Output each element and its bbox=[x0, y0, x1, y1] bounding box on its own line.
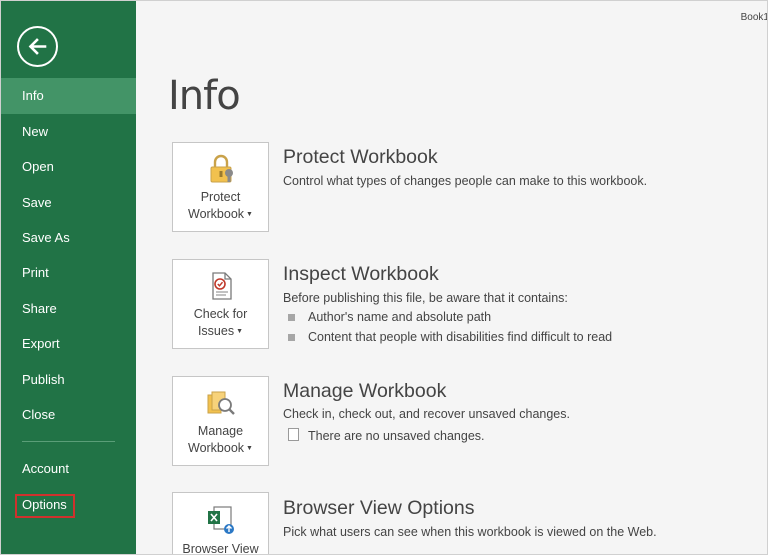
info-pane: Book1 Info Protect Workbook ▼ Protect Wor… bbox=[136, 1, 768, 555]
protect-tile-label-2-text: Workbook bbox=[188, 207, 245, 221]
excel-browser-icon bbox=[208, 506, 234, 534]
options-highlight-box bbox=[15, 494, 75, 518]
inspect-tile-label-1: Check for bbox=[193, 307, 248, 321]
protect-workbook-title: Protect Workbook bbox=[283, 146, 438, 168]
browser-view-options-title: Browser View Options bbox=[283, 497, 475, 519]
inspect-tile-label-2-text: Issues bbox=[197, 324, 235, 338]
chevron-down-icon: ▼ bbox=[236, 328, 244, 336]
manage-workbook-note: There are no unsaved changes. bbox=[308, 429, 485, 443]
browser-view-options-description: Pick what users can see when this workbo… bbox=[283, 525, 657, 539]
protect-tile-label-2: Workbook ▼ bbox=[173, 206, 268, 223]
backstage-sidebar: Info New Open Save Save As Print Share E… bbox=[1, 1, 136, 554]
protect-workbook-button[interactable]: Protect Workbook ▼ bbox=[172, 142, 269, 232]
sidebar-item-save-as[interactable]: Save As bbox=[1, 220, 136, 256]
manage-tile-label-1: Manage bbox=[197, 424, 244, 438]
manage-tile-label-2-text: Workbook bbox=[188, 441, 245, 455]
inspect-workbook-description: Before publishing this file, be aware th… bbox=[283, 291, 568, 305]
bullet-icon bbox=[288, 334, 295, 341]
document-icon bbox=[288, 428, 299, 441]
inspect-tile-label-2: Issues ▼ bbox=[173, 323, 268, 340]
sidebar-item-account[interactable]: Account bbox=[1, 451, 136, 487]
backstage-view: Info New Open Save Save As Print Share E… bbox=[0, 0, 768, 555]
sidebar-item-info[interactable]: Info bbox=[1, 78, 136, 114]
page-title: Info bbox=[168, 73, 241, 119]
protect-workbook-description: Control what types of changes people can… bbox=[283, 174, 648, 188]
browser-tile-label: Browser View bbox=[182, 542, 259, 555]
manage-workbook-icon bbox=[207, 391, 235, 415]
sidebar-item-export[interactable]: Export bbox=[1, 326, 136, 362]
sidebar-divider bbox=[22, 441, 115, 442]
manage-workbook-title: Manage Workbook bbox=[283, 380, 447, 402]
inspect-workbook-title: Inspect Workbook bbox=[283, 263, 439, 285]
bullet-icon bbox=[288, 314, 295, 321]
lock-icon bbox=[210, 154, 233, 183]
manage-tile-label-2: Workbook ▼ bbox=[173, 440, 268, 457]
check-for-issues-button[interactable]: Check for Issues ▼ bbox=[172, 259, 269, 349]
protect-tile-label-1: Protect bbox=[200, 190, 241, 204]
sidebar-item-new[interactable]: New bbox=[1, 114, 136, 150]
chevron-down-icon: ▼ bbox=[246, 445, 253, 453]
chevron-down-icon: ▼ bbox=[246, 211, 253, 219]
inspect-bullet-2: Content that people with disabilities fi… bbox=[308, 330, 613, 344]
sidebar-item-print[interactable]: Print bbox=[1, 255, 136, 291]
workbook-name: Book1 bbox=[740, 12, 768, 23]
sidebar-item-open[interactable]: Open bbox=[1, 149, 136, 185]
sidebar-item-close[interactable]: Close bbox=[1, 397, 136, 433]
back-arrow-icon bbox=[28, 38, 47, 55]
inspect-bullet-1: Author's name and absolute path bbox=[308, 310, 492, 324]
document-check-icon bbox=[212, 272, 232, 300]
back-button[interactable] bbox=[17, 26, 58, 67]
browser-view-options-button[interactable]: Browser View bbox=[172, 492, 269, 555]
manage-workbook-button[interactable]: Manage Workbook ▼ bbox=[172, 376, 269, 466]
sidebar-item-publish[interactable]: Publish bbox=[1, 362, 136, 398]
sidebar-item-save[interactable]: Save bbox=[1, 185, 136, 221]
sidebar-item-share[interactable]: Share bbox=[1, 291, 136, 327]
manage-workbook-description: Check in, check out, and recover unsaved… bbox=[283, 407, 570, 421]
